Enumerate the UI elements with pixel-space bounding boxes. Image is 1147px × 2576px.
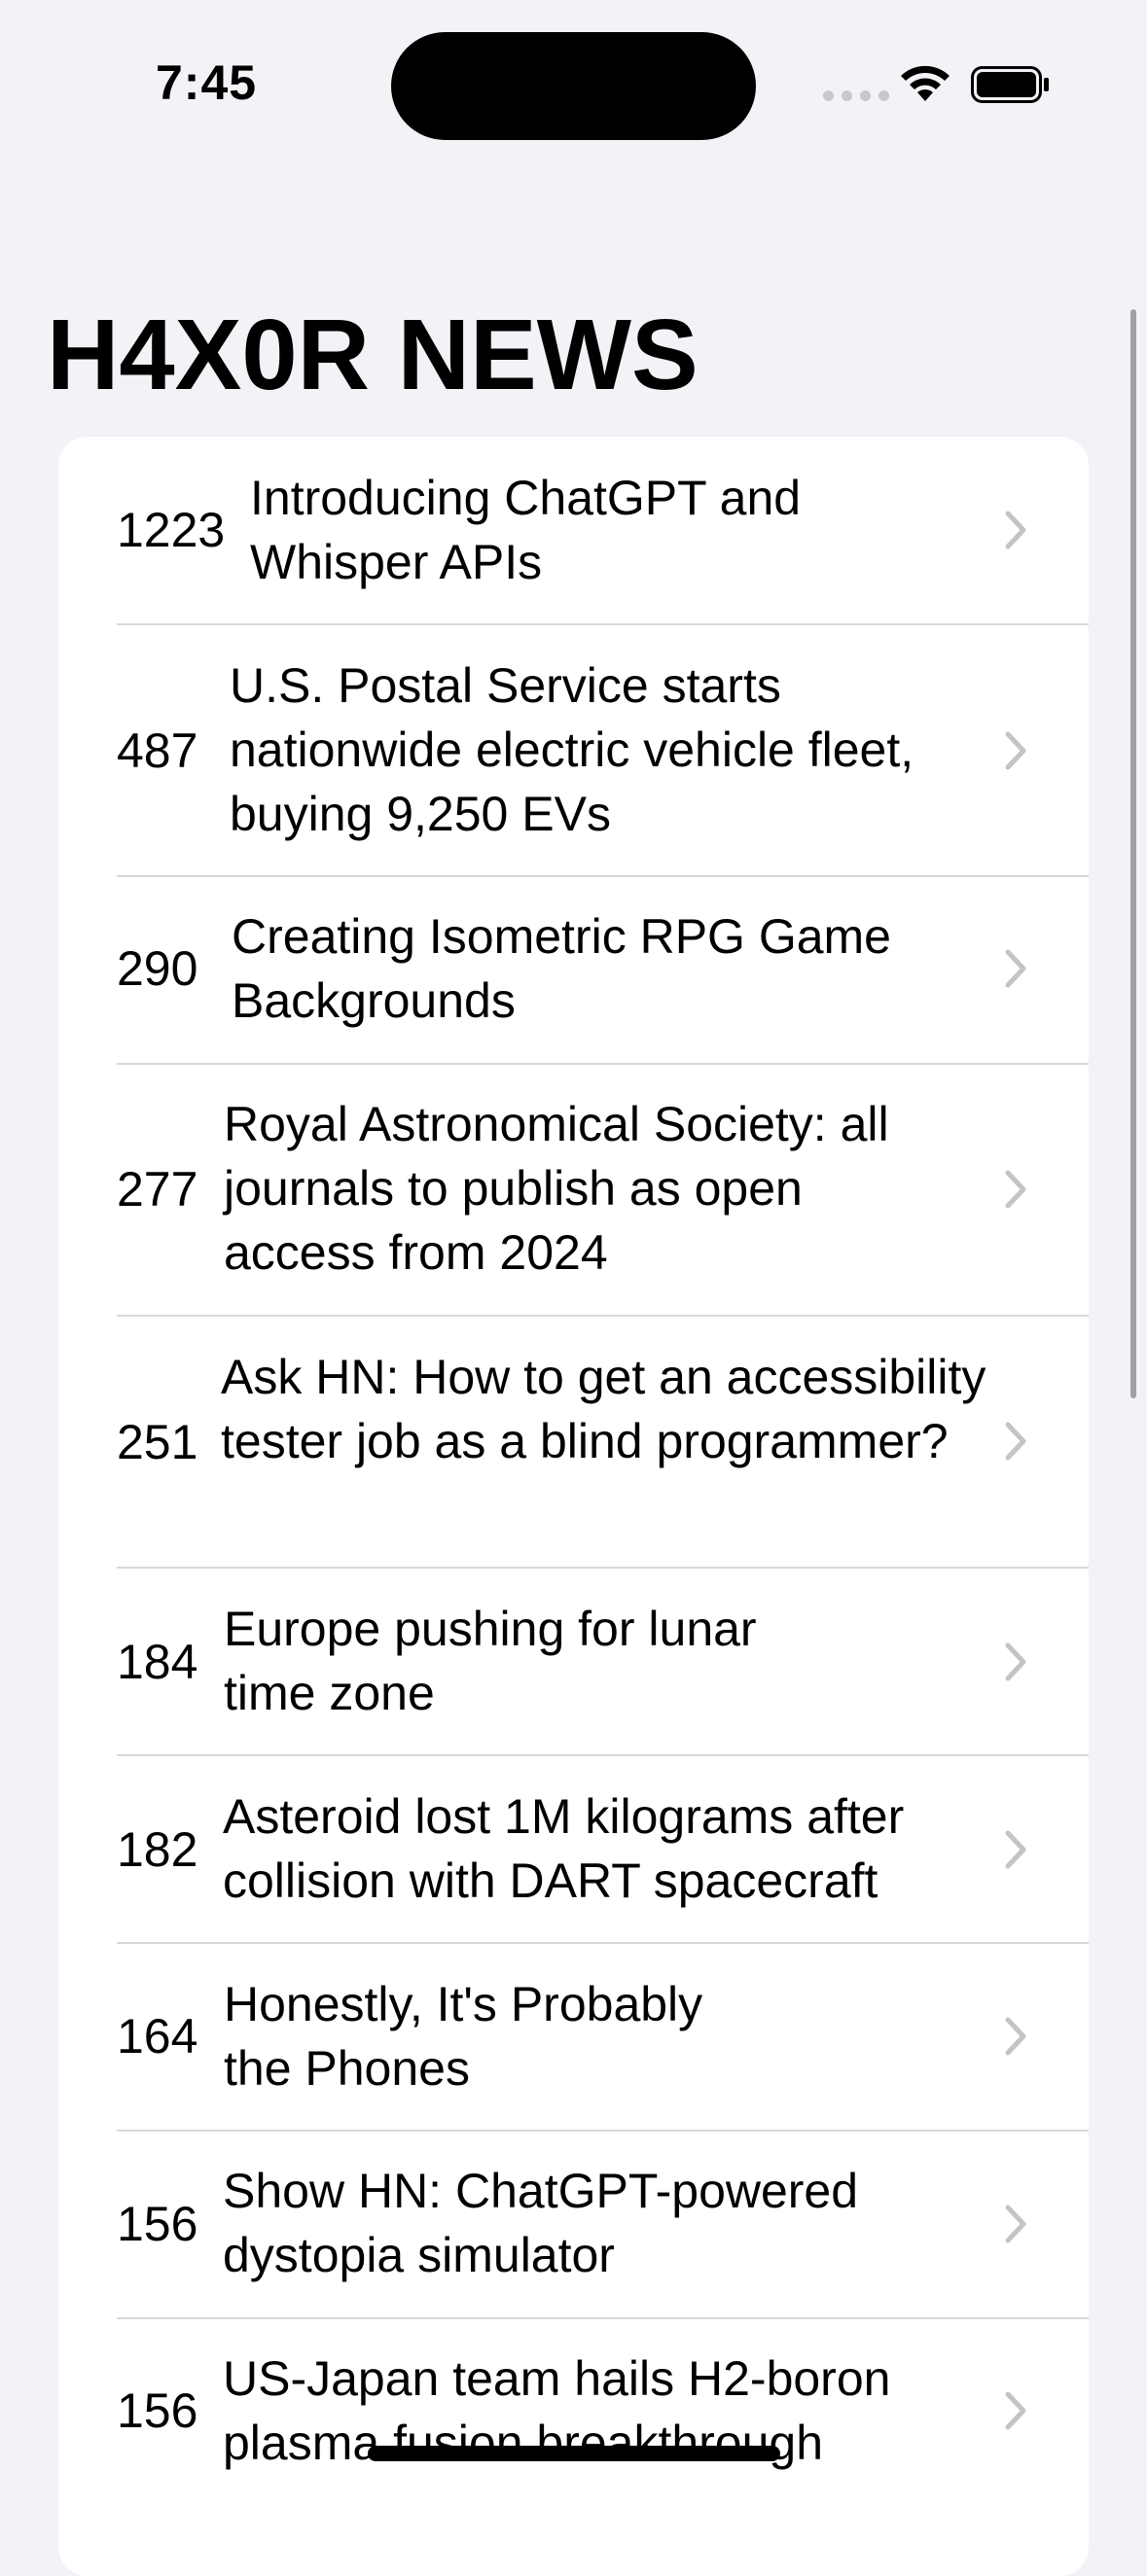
story-points: 1223: [117, 503, 226, 557]
story-points: 487: [117, 723, 198, 778]
chevron-right-icon: [1005, 1170, 1026, 1209]
cellular-signal-icon: [823, 90, 889, 101]
battery-icon: [971, 66, 1049, 103]
story-row[interactable]: 1223 Introducing ChatGPT and Whisper API…: [58, 437, 1089, 624]
chevron-right-icon: [1005, 2017, 1026, 2056]
chevron-right-icon: [1005, 1830, 1026, 1869]
story-row[interactable]: 277 Royal Astronomical Society: all jour…: [58, 1065, 1089, 1316]
story-title: Introducing ChatGPT and Whisper APIs: [250, 471, 802, 589]
story-points: 156: [117, 2197, 198, 2251]
chevron-right-icon: [1005, 949, 1026, 988]
story-points: 251: [117, 1415, 198, 1469]
story-title: Royal Astronomical Society: all journals…: [224, 1097, 889, 1280]
story-title: Show HN: ChatGPT-powered dystopia simula…: [223, 2164, 859, 2282]
story-row[interactable]: 164 Honestly, It's Probably the Phones: [58, 1944, 1089, 2132]
story-title: Honestly, It's Probably the Phones: [224, 1977, 703, 2096]
page-title: H4X0R NEWS: [47, 299, 699, 410]
chevron-right-icon: [1005, 1422, 1026, 1461]
story-points: 290: [117, 941, 198, 996]
home-indicator[interactable]: [368, 2446, 780, 2461]
story-points: 164: [117, 2009, 198, 2064]
story-row[interactable]: 251 Ask HN: How to get an accessibility …: [58, 1317, 1089, 1568]
story-points: 277: [117, 1162, 198, 1217]
story-row[interactable]: 156 Show HN: ChatGPT-powered dystopia si…: [58, 2132, 1089, 2319]
story-row[interactable]: 156 US-Japan team hails H2-boron plasma …: [58, 2319, 1089, 2507]
story-row[interactable]: 290 Creating Isometric RPG Game Backgrou…: [58, 877, 1089, 1065]
story-points: 156: [117, 2383, 198, 2438]
chevron-right-icon: [1005, 731, 1026, 770]
story-points: 182: [117, 1822, 198, 1877]
dynamic-island: [391, 32, 756, 140]
chevron-right-icon: [1005, 1642, 1026, 1681]
wifi-icon: [901, 65, 950, 101]
story-title: Ask HN: How to get an accessibility test…: [221, 1350, 986, 1468]
story-row[interactable]: 182 Asteroid lost 1M kilograms after col…: [58, 1756, 1089, 1944]
chevron-right-icon: [1005, 511, 1026, 549]
story-row[interactable]: 184 Europe pushing for lunar time zone: [58, 1569, 1089, 1756]
story-row[interactable]: 487 U.S. Postal Service starts nationwid…: [58, 625, 1089, 876]
scroll-indicator[interactable]: [1130, 309, 1136, 1398]
chevron-right-icon: [1005, 2205, 1026, 2243]
story-title: Europe pushing for lunar time zone: [224, 1602, 757, 1720]
story-points: 184: [117, 1635, 198, 1689]
story-title: Creating Isometric RPG Game Backgrounds: [232, 909, 891, 1028]
story-title: U.S. Postal Service starts nationwide el…: [230, 658, 914, 841]
story-title: Asteroid lost 1M kilograms after collisi…: [223, 1789, 905, 1908]
story-list: 1223 Introducing ChatGPT and Whisper API…: [58, 437, 1089, 2576]
chevron-right-icon: [1005, 2391, 1026, 2430]
status-time: 7:45: [156, 55, 258, 110]
